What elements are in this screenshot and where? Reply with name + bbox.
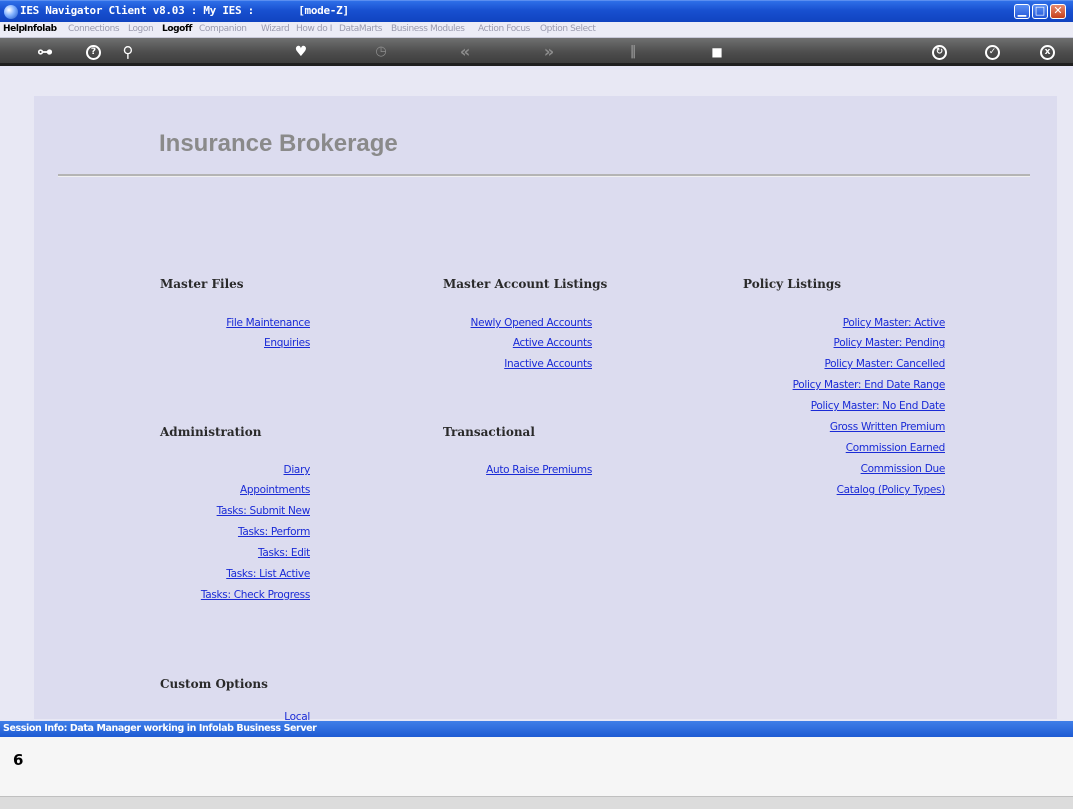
link-auto-raise-premiums[interactable]: Auto Raise Premiums — [486, 464, 592, 476]
link-gross-written-premium[interactable]: Gross Written Premium — [830, 421, 945, 433]
link-newly-opened-accounts[interactable]: Newly Opened Accounts — [471, 317, 593, 329]
stop-icon[interactable]: ■ — [705, 43, 729, 61]
menu-infolab[interactable]: Infolab — [24, 24, 57, 34]
close-button[interactable]: ✕ — [1050, 4, 1066, 19]
menu-wizard[interactable]: Wizard — [261, 24, 290, 34]
refresh-icon[interactable]: ↻ — [932, 45, 947, 60]
maximize-button[interactable]: □ — [1032, 4, 1048, 19]
link-local[interactable]: Local — [284, 711, 310, 720]
toolbar: ⊶ ? ⚲ ♥ ◷ « » ‖ ■ ↻ ✓ x — [0, 38, 1073, 66]
exit-icon[interactable]: x — [1040, 45, 1055, 60]
link-tasks-check-progress[interactable]: Tasks: Check Progress — [201, 589, 310, 601]
link-tasks-submit-new[interactable]: Tasks: Submit New — [217, 505, 311, 517]
link-appointments[interactable]: Appointments — [240, 484, 310, 496]
link-policy-master-pending[interactable]: Policy Master: Pending — [834, 337, 946, 349]
section-custom-options: Custom Options — [160, 677, 268, 691]
section-master-account-listings: Master Account Listings — [443, 277, 608, 291]
session-cursor: 6 — [13, 751, 24, 769]
menu-help[interactable]: Help — [3, 24, 25, 34]
link-policy-master-no-end-date[interactable]: Policy Master: No End Date — [811, 400, 946, 412]
menu-companion[interactable]: Companion — [199, 24, 247, 34]
menu-logoff[interactable]: Logoff — [162, 24, 192, 34]
search-icon[interactable]: ⚲ — [116, 43, 140, 61]
help-icon[interactable]: ? — [86, 45, 101, 60]
window-title: IES Navigator Client v8.03 : My IES : [m… — [20, 4, 349, 17]
link-policy-master-cancelled[interactable]: Policy Master: Cancelled — [824, 358, 945, 370]
page-title: Insurance Brokerage — [159, 130, 398, 157]
menu-business-modules[interactable]: Business Modules — [391, 24, 465, 34]
section-policy-listings: Policy Listings — [743, 277, 842, 291]
link-tasks-perform[interactable]: Tasks: Perform — [238, 526, 310, 538]
favourite-icon[interactable]: ♥ — [289, 43, 313, 61]
link-active-accounts[interactable]: Active Accounts — [513, 337, 592, 349]
link-commission-due[interactable]: Commission Due — [861, 463, 946, 475]
menu-logon[interactable]: Logon — [128, 24, 154, 34]
session-panel[interactable]: 6 — [0, 737, 1073, 797]
menu-bar: Help Infolab Connections Logon Logoff Co… — [0, 22, 1073, 38]
menu-option-select[interactable]: Option Select — [540, 24, 596, 34]
link-tasks-list-active[interactable]: Tasks: List Active — [226, 568, 310, 580]
section-transactional: Transactional — [443, 425, 535, 439]
menu-datamarts[interactable]: DataMarts — [339, 24, 382, 34]
menu-connections[interactable]: Connections — [68, 24, 120, 34]
link-file-maintenance[interactable]: File Maintenance — [226, 317, 310, 329]
link-policy-master-active[interactable]: Policy Master: Active — [843, 317, 946, 329]
section-master-files: Master Files — [160, 277, 244, 291]
link-inactive-accounts[interactable]: Inactive Accounts — [504, 358, 592, 370]
link-commission-earned[interactable]: Commission Earned — [846, 442, 946, 454]
title-bar: IES Navigator Client v8.03 : My IES : [m… — [0, 0, 1073, 22]
clock-icon[interactable]: ◷ — [369, 43, 393, 61]
link-catalog-policy-types[interactable]: Catalog (Policy Types) — [837, 484, 946, 496]
link-tasks-edit[interactable]: Tasks: Edit — [258, 547, 310, 559]
link-diary[interactable]: Diary — [284, 464, 311, 476]
menu-how-do-i[interactable]: How do I — [296, 24, 332, 34]
pause-icon[interactable]: ‖ — [621, 43, 645, 61]
section-administration: Administration — [160, 425, 262, 439]
link-enquiries[interactable]: Enquiries — [264, 337, 310, 349]
session-info-bar: Session Info: Data Manager working in In… — [0, 721, 1073, 737]
forward-icon[interactable]: » — [537, 43, 561, 61]
minimize-button[interactable]: ▁ — [1014, 4, 1030, 19]
app-icon — [4, 5, 18, 19]
key-icon[interactable]: ⊶ — [28, 43, 62, 61]
link-policy-master-end-date-range[interactable]: Policy Master: End Date Range — [793, 379, 946, 391]
ok-icon[interactable]: ✓ — [985, 45, 1000, 60]
menu-action-focus[interactable]: Action Focus — [478, 24, 530, 34]
status-strip — [0, 797, 1073, 809]
rewind-icon[interactable]: « — [453, 43, 477, 61]
title-divider — [58, 174, 1030, 177]
session-info-text: Session Info: Data Manager working in In… — [3, 723, 317, 734]
